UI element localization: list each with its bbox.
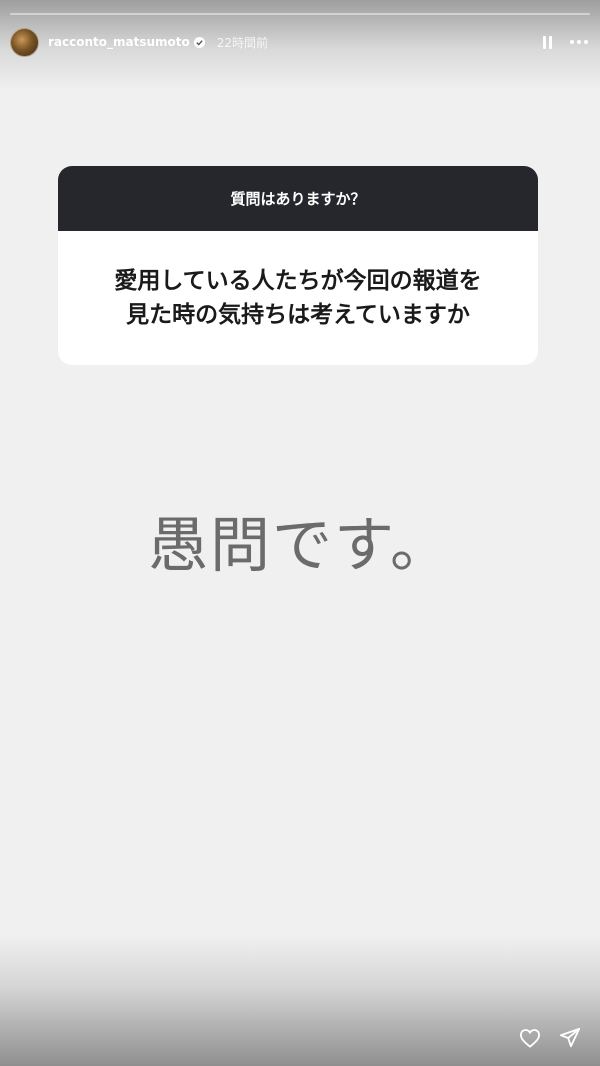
question-sticker: 質問はありますか？ 愛用している人たちが今回の報道を 見た時の気持ちは考えていま… <box>58 166 538 365</box>
timestamp: 22時間前 <box>216 35 269 50</box>
bottom-overlay <box>0 936 600 1066</box>
story-progress-segment <box>10 13 590 15</box>
story-progress-bar <box>10 13 590 15</box>
story-header: racconto_matsumoto 22時間前 <box>10 27 590 57</box>
verified-badge-icon <box>193 36 205 48</box>
answer-text: 愚問です。 <box>148 511 452 581</box>
more-icon[interactable] <box>570 40 590 44</box>
header-controls <box>543 35 590 49</box>
avatar[interactable] <box>10 27 39 57</box>
question-line-1: 愛用している人たちが今回の報道を <box>114 268 482 294</box>
question-prompt: 質問はありますか？ <box>58 166 538 231</box>
heart-icon[interactable] <box>518 1026 542 1050</box>
username[interactable]: racconto_matsumoto <box>48 35 190 49</box>
question-text: 愛用している人たちが今回の報道を 見た時の気持ちは考えていますか <box>58 231 538 365</box>
question-line-2: 見た時の気持ちは考えていますか <box>126 302 470 328</box>
story-footer <box>518 1026 582 1050</box>
send-icon[interactable] <box>558 1026 582 1050</box>
pause-icon[interactable] <box>543 35 552 49</box>
